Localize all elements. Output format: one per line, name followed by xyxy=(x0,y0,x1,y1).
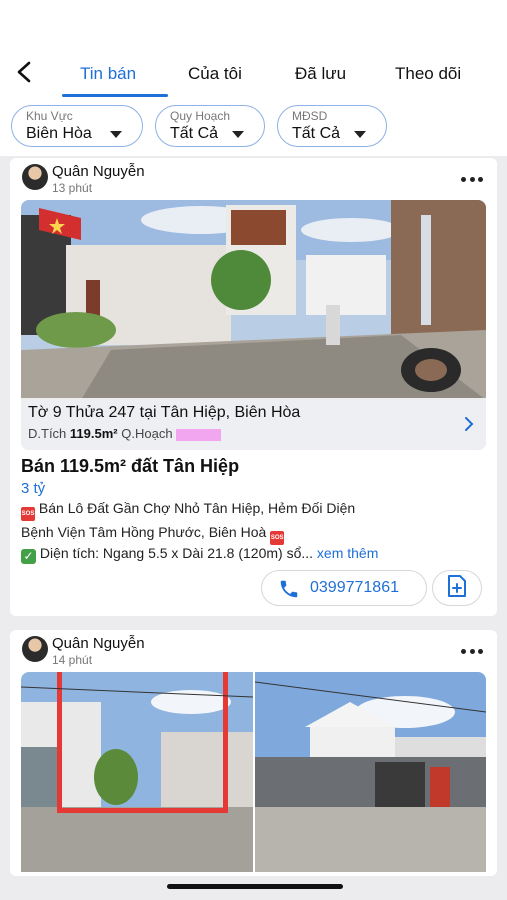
sos-icon: SOS xyxy=(270,531,285,545)
filter-quy-hoach[interactable]: Quy Hoạch Tất Cả xyxy=(155,105,265,147)
sos-icon: SOS xyxy=(21,507,35,521)
post-desc-line: SOS Bán Lô Đất Gần Chợ Nhỏ Tân Hiệp, Hẻm… xyxy=(21,500,355,521)
post-time: 14 phút xyxy=(52,653,93,667)
more-dots-icon[interactable] xyxy=(461,177,483,183)
caption-details: D.Tích 119.5m² Q.Hoạch xyxy=(28,426,221,441)
see-more-link[interactable]: xem thêm xyxy=(317,545,378,561)
check-mark-icon: ✓ xyxy=(21,549,36,564)
phone-icon xyxy=(278,578,300,605)
more-dots-icon[interactable] xyxy=(461,649,483,655)
filter-value: Biên Hòa xyxy=(26,125,92,142)
tab-da-luu[interactable]: Đã lưu xyxy=(295,62,346,86)
listing-photo[interactable] xyxy=(255,672,486,872)
tab-cua-toi[interactable]: Của tôi xyxy=(188,62,242,86)
filter-mdsd[interactable]: MĐSD Tất Cả xyxy=(277,105,387,147)
home-indicator[interactable] xyxy=(167,884,343,889)
area-value: 119.5m² xyxy=(69,426,118,441)
author-name[interactable]: Quân Nguyễn xyxy=(52,635,145,652)
post-desc-line: ✓ Diện tích: Ngang 5.5 x Dài 21.8 (120m)… xyxy=(21,545,378,564)
listing-card[interactable]: Quân Nguyễn 13 phút Tờ 9 Thửa 247 tại Tâ… xyxy=(10,158,497,616)
filter-label: MĐSD xyxy=(292,109,328,123)
post-title[interactable]: Bán 119.5m² đất Tân Hiệp xyxy=(21,456,239,477)
caret-down-icon xyxy=(354,131,366,138)
chevron-right-icon[interactable] xyxy=(464,417,474,436)
tab-tin-ban[interactable]: Tin bán xyxy=(80,62,136,86)
listing-card[interactable]: Quân Nguyễn 14 phút xyxy=(10,630,497,876)
filter-value: Tất Cả xyxy=(292,125,341,142)
filter-bar: Khu Vực Biên Hòa Quy Hoạch Tất Cả MĐSD T… xyxy=(0,98,507,156)
caption-title: Tờ 9 Thửa 247 tại Tân Hiệp, Biên Hòa xyxy=(28,404,301,421)
active-tab-indicator xyxy=(62,94,168,97)
avatar[interactable] xyxy=(22,164,48,190)
post-desc-line: Bệnh Viện Tâm Hồng Phước, Biên Hoà SOS xyxy=(21,524,285,545)
filter-value: Tất Cả xyxy=(170,125,219,142)
back-arrow-icon[interactable] xyxy=(10,58,38,86)
filter-label: Quy Hoạch xyxy=(170,109,231,123)
listing-caption[interactable]: Tờ 9 Thửa 247 tại Tân Hiệp, Biên Hòa D.T… xyxy=(21,398,486,450)
tab-theo-doi[interactable]: Theo dõi xyxy=(395,62,461,86)
listing-photo[interactable]: Tờ 9 Thửa 247 tại Tân Hiệp, Biên Hòa D.T… xyxy=(21,200,486,450)
filter-label: Khu Vực xyxy=(26,109,73,123)
post-price: 3 tỷ xyxy=(21,480,46,497)
caret-down-icon xyxy=(110,131,122,138)
add-document-button[interactable] xyxy=(432,570,482,606)
author-name[interactable]: Quân Nguyễn xyxy=(52,163,145,180)
phone-number: 0399771861 xyxy=(310,579,399,596)
filter-khu-vuc[interactable]: Khu Vực Biên Hòa xyxy=(11,105,143,147)
top-bar: Tin bán Của tôi Đã lưu Theo dõi xyxy=(0,0,507,98)
listing-photo[interactable] xyxy=(21,672,253,872)
call-button[interactable]: 0399771861 xyxy=(261,570,427,606)
add-document-icon xyxy=(446,574,468,603)
post-time: 13 phút xyxy=(52,181,93,195)
planning-highlight xyxy=(175,428,221,441)
caret-down-icon xyxy=(232,131,244,138)
avatar[interactable] xyxy=(22,636,48,662)
